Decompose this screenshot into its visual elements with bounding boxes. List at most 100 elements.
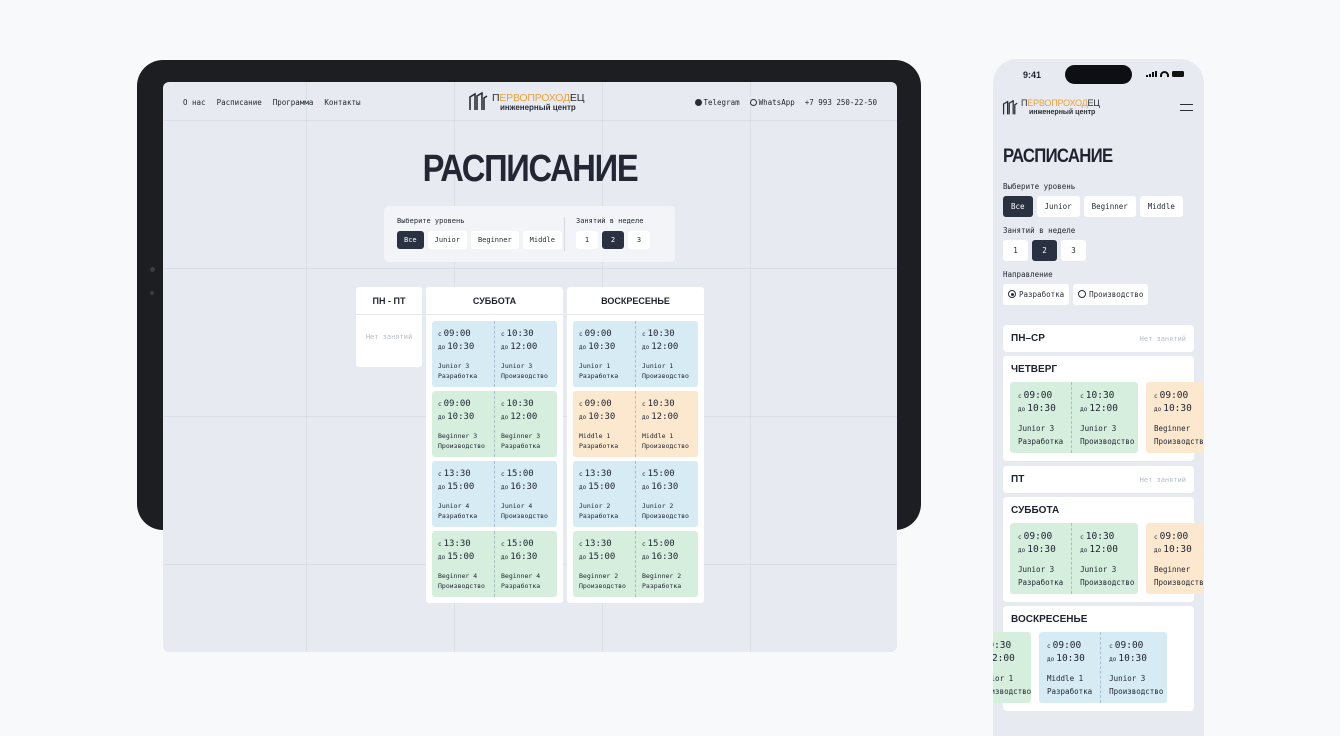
start-value: 09:00 bbox=[1159, 390, 1189, 401]
time-slot[interactable]: с10:30до12:00Junior 1Производство bbox=[635, 321, 698, 387]
time-slot[interactable]: с 09:00 до 10:30 Junior 3 Разработка bbox=[1010, 382, 1071, 453]
slot-meta: Beginner 3 Производство bbox=[438, 431, 488, 451]
end-time: до 16:30 bbox=[501, 481, 551, 494]
telegram-link[interactable]: Telegram bbox=[694, 98, 740, 107]
end-value: 12:00 bbox=[651, 412, 679, 422]
time-slot[interactable]: с10:30до12:00Junior 1Производство bbox=[993, 632, 1039, 703]
time-slot[interactable]: с 15:00 до 16:30 Junior 4 Производство bbox=[494, 461, 557, 527]
slot-direction: Разработка bbox=[501, 582, 541, 590]
phone-per-week-2-button[interactable]: 2 bbox=[1032, 240, 1057, 261]
time-slot[interactable]: с 13:30 до 15:00 Beginner 2 Производство bbox=[573, 531, 635, 597]
to-label: до bbox=[579, 484, 587, 491]
time-slot[interactable]: с 09:00 до 10:30 Junior 3 Разработка bbox=[432, 321, 494, 387]
time-slot[interactable]: с 13:30 до 15:00 Junior 2 Разработка bbox=[573, 461, 635, 527]
menu-icon[interactable] bbox=[1180, 104, 1193, 111]
time-slot[interactable]: с 09:00 до 10:30 Junior 3 Производство bbox=[1100, 632, 1171, 703]
time-slot[interactable]: с 10:30 до 12:00 Junior 3 Производство bbox=[1071, 382, 1142, 453]
slot-direction: Производство bbox=[579, 582, 626, 590]
level-beginner-button[interactable]: Beginner bbox=[470, 231, 519, 249]
time-slot[interactable]: с 09:00 до 10:30 Beginner Производство bbox=[1146, 523, 1204, 594]
time-slot[interactable]: с 09:00 до 10:30 Junior 1 Разработка bbox=[573, 321, 635, 387]
end-value: 16:30 bbox=[510, 552, 538, 562]
dynamic-island bbox=[1065, 65, 1132, 84]
slot-direction: Производство bbox=[1080, 437, 1135, 446]
direction-dev-radio[interactable]: Разработка bbox=[1003, 284, 1070, 305]
phone-per-week-1-button[interactable]: 1 bbox=[1003, 240, 1028, 261]
whatsapp-link[interactable]: WhatsApp bbox=[749, 98, 795, 107]
time-slot[interactable]: с 09:00 до 10:30 Beginner 3 Производство bbox=[432, 391, 494, 457]
time-slot[interactable]: с 15:00 до 16:30 Junior 2 Производство bbox=[635, 461, 698, 527]
direction-prod-radio[interactable]: Производство bbox=[1073, 284, 1149, 305]
from-label: с bbox=[501, 331, 505, 338]
from-label: с bbox=[438, 401, 442, 408]
end-value: 10:30 bbox=[588, 412, 616, 422]
slot-direction: Разработка bbox=[1018, 578, 1064, 587]
phone-level-middle-button[interactable]: Middle bbox=[1139, 196, 1183, 217]
slot-group: Beginner 3 bbox=[501, 432, 541, 440]
per-week-3-button[interactable]: 3 bbox=[628, 231, 650, 249]
schedule-block: с 13:30 до 15:00 Junior 2 Разработка с 15:00 до 1… bbox=[573, 461, 698, 527]
phone-level-all-button[interactable]: Все bbox=[1003, 196, 1033, 217]
from-label: с bbox=[501, 541, 505, 548]
time-slot[interactable]: с 09:00 до 10:30 Beginner Производство bbox=[1146, 382, 1204, 453]
time-slot[interactable]: с 09:00 до 10:30 Middle 1 Разработка bbox=[573, 391, 635, 457]
to-label: до bbox=[1109, 656, 1117, 663]
slot-group: Junior 3 bbox=[1080, 424, 1117, 433]
slot-direction: Производство bbox=[642, 372, 689, 380]
start-value: 09:00 bbox=[443, 329, 471, 339]
time-slot[interactable]: с 10:30 до 12:00 Beginner 3 Разработка bbox=[494, 391, 557, 457]
per-week-2-button[interactable]: 2 bbox=[602, 231, 624, 249]
phone-schedule-block: с 09:00 до 10:30 Middle 1 Разработка с 09:00 до 1… bbox=[1039, 632, 1167, 703]
time-slot[interactable]: с 09:00 до 10:30 Junior 3 Разработка bbox=[1010, 523, 1071, 594]
time-slot[interactable]: с 10:30 до 12:00 Middle 1 Производство bbox=[635, 391, 698, 457]
per-week-1-button[interactable]: 1 bbox=[576, 231, 598, 249]
slot-direction: Разработка bbox=[642, 582, 682, 590]
phone-per-week-3-button[interactable]: 3 bbox=[1061, 240, 1086, 261]
time-slot[interactable]: с 10:30 до 12:00 Junior 3 Производство bbox=[494, 321, 557, 387]
end-value: 10:30 bbox=[1056, 653, 1085, 664]
whatsapp-icon bbox=[749, 99, 757, 106]
start-value: 15:00 bbox=[506, 539, 534, 549]
phone-level-label: Выберите уровень bbox=[1003, 182, 1076, 191]
slot-group: Middle 1 bbox=[642, 432, 674, 440]
slot-direction: Производство bbox=[438, 582, 485, 590]
start-value: 10:30 bbox=[647, 329, 675, 339]
slot-direction: Производство bbox=[1154, 437, 1204, 446]
nav-schedule[interactable]: Расписание bbox=[217, 98, 262, 107]
to-label: до bbox=[1018, 547, 1026, 554]
nav-contacts[interactable]: Контакты bbox=[324, 98, 360, 107]
logo[interactable]: ПЕРВОПРОХОДЕЦ инженерный центр bbox=[468, 92, 584, 112]
from-label: с bbox=[579, 471, 583, 478]
level-middle-button[interactable]: Middle bbox=[522, 231, 562, 249]
end-time: до12:00 bbox=[501, 341, 551, 354]
start-time: с 09:00 bbox=[579, 328, 629, 341]
phone-level-junior-button[interactable]: Junior bbox=[1036, 196, 1080, 217]
time-slot[interactable]: с 15:00 до 16:30 Beginner 2 Разработка bbox=[635, 531, 698, 597]
level-junior-button[interactable]: Junior bbox=[427, 231, 467, 249]
to-label: до bbox=[1047, 656, 1055, 663]
time-slot[interactable]: с 10:30 до 12:00 Junior 3 Производство bbox=[1071, 523, 1142, 594]
end-value: 12:00 bbox=[510, 342, 538, 352]
time-slot[interactable]: с 09:00 до 10:30 Middle 1 Разработка bbox=[1039, 632, 1100, 703]
to-label: до bbox=[642, 554, 650, 561]
start-value: 13:30 bbox=[443, 539, 471, 549]
phone-link[interactable]: +7 993 250-22-50 bbox=[805, 98, 877, 107]
to-label: до bbox=[1018, 406, 1026, 413]
top-nav: О нас Расписание Программа Контакты bbox=[183, 98, 361, 107]
from-label: с bbox=[438, 541, 442, 548]
end-time: до 16:30 bbox=[642, 481, 692, 494]
mon-wed-empty: Нет занятий bbox=[1139, 335, 1186, 343]
slot-group: Junior 1 bbox=[642, 362, 674, 370]
level-all-button[interactable]: Все bbox=[397, 231, 424, 249]
from-label: с bbox=[1080, 393, 1084, 400]
phone-level-beginner-button[interactable]: Beginner bbox=[1083, 196, 1136, 217]
schedule-block: с 09:00 до 10:30 Junior 3 Разработка с 10:30 до 1… bbox=[432, 321, 557, 387]
start-time: с 15:00 bbox=[642, 468, 692, 481]
time-slot[interactable]: с 13:30 до 15:00 Beginner 4 Производство bbox=[432, 531, 494, 597]
to-label: до bbox=[579, 554, 587, 561]
nav-about[interactable]: О нас bbox=[183, 98, 206, 107]
time-slot[interactable]: с 15:00 до 16:30 Beginner 4 Разработка bbox=[494, 531, 557, 597]
time-slot[interactable]: с 13:30 до 15:00 Junior 4 Разработка bbox=[432, 461, 494, 527]
nav-program[interactable]: Программа bbox=[273, 98, 314, 107]
phone-logo[interactable]: ПЕРВОПРОХОДЕЦ инженерный центр bbox=[1002, 98, 1100, 117]
